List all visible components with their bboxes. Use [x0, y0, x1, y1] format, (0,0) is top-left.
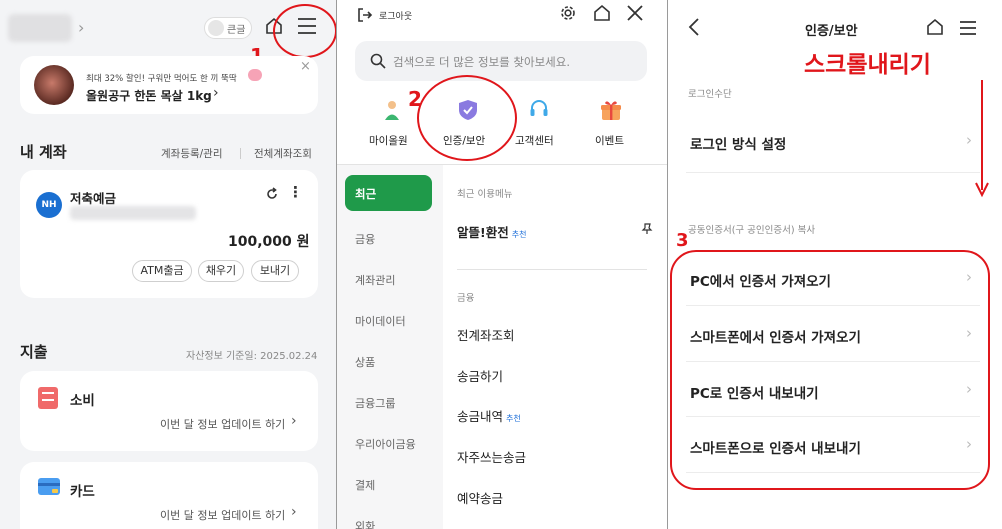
chevron-right-icon[interactable]: ›	[78, 18, 84, 37]
menu-scheduled-transfer[interactable]: 예약송금	[457, 488, 503, 507]
annotation-box-3	[670, 250, 990, 490]
promo-close-icon[interactable]: ×	[300, 59, 311, 74]
page-title: 인증/보안	[805, 24, 858, 39]
all-accounts-link[interactable]: 전체계좌조회	[254, 146, 312, 161]
side-menu: 최근 금융 계좌관리 마이데이터 상품 금융그룹 우리아이금융 결제 외화	[337, 165, 443, 529]
recommend-badge: 추천	[511, 230, 527, 239]
side-menu-kids-finance[interactable]: 우리아이금융	[355, 436, 416, 452]
menu-all-accounts[interactable]: 전계좌조회	[457, 325, 515, 344]
side-menu-mydata[interactable]: 마이데이터	[355, 313, 406, 329]
consumption-card[interactable]: 소비 이번 달 정보 업데이트 하기 ›	[20, 371, 318, 451]
login-method-row[interactable]: 로그인 방식 설정 ›	[668, 118, 980, 164]
annotation-step-3: 3	[676, 230, 689, 251]
contrast-toggle-label: 큰글	[227, 25, 246, 36]
quick-menu-customer-center[interactable]: 고객센터	[507, 99, 571, 155]
recommend-badge: 추천	[506, 414, 521, 423]
close-icon[interactable]	[627, 5, 643, 21]
section-divider	[686, 172, 980, 173]
bank-badge-text: NH	[41, 200, 57, 210]
credit-card-icon	[38, 478, 60, 495]
consumption-label: 소비	[70, 393, 95, 409]
side-menu-recent[interactable]: 최근	[345, 175, 432, 211]
recent-item-label: 알뜰!환전	[457, 225, 509, 240]
menu-transfer-history[interactable]: 송금내역 추천	[457, 406, 521, 425]
consumption-update-link[interactable]: 이번 달 정보 업데이트 하기	[160, 416, 285, 432]
logout-label[interactable]: 로그아웃	[379, 9, 412, 22]
cert-security-screen: 인증/보안 스크롤내리기 로그인수단 로그인 방식 설정 › 공동인증서(구 공…	[668, 0, 1002, 529]
chevron-right-icon: ›	[966, 131, 972, 149]
recent-item[interactable]: 알뜰!환전 추천	[457, 222, 653, 240]
side-menu-products[interactable]: 상품	[355, 354, 375, 370]
spending-title: 지출	[20, 343, 48, 361]
section-divider	[457, 269, 647, 270]
nh-bank-logo: NH	[36, 192, 62, 218]
receipt-icon	[38, 387, 58, 409]
search-placeholder: 검색으로 더 많은 정보를 찾아보세요.	[393, 55, 570, 69]
all-menu-screen: 로그아웃 검색으로 더 많은 정보를 찾아보세요. 마이올원 인증/보안 고객센…	[337, 0, 667, 529]
account-name: 저축예금	[70, 191, 117, 206]
fill-button[interactable]: 채우기	[198, 260, 244, 282]
menu-transfer-history-label: 송금내역	[457, 409, 504, 424]
chevron-right-icon: ›	[291, 413, 297, 429]
pig-icon	[248, 69, 262, 81]
side-menu-finance-group[interactable]: 금융그룹	[355, 395, 395, 411]
chevron-right-icon: ›	[213, 85, 219, 101]
quick-menu-label: 이벤트	[595, 135, 624, 147]
gift-icon	[601, 101, 621, 120]
home-icon[interactable]	[926, 18, 944, 36]
login-method-label: 로그인 방식 설정	[690, 137, 787, 153]
side-menu-payment[interactable]: 결제	[355, 477, 375, 493]
card-spending-card[interactable]: 카드 이번 달 정보 업데이트 하기 ›	[20, 462, 318, 529]
card-update-link[interactable]: 이번 달 정보 업데이트 하기	[160, 507, 285, 523]
meat-thumbnail	[34, 65, 74, 105]
search-bar[interactable]: 검색으로 더 많은 정보를 찾아보세요.	[355, 41, 647, 81]
blurred-user-name	[8, 14, 72, 42]
chevron-right-icon: ›	[291, 504, 297, 520]
link-divider	[240, 148, 241, 159]
annotation-step-2: 2	[408, 87, 422, 111]
home-icon[interactable]	[593, 4, 611, 22]
login-section-header: 로그인수단	[688, 89, 732, 100]
menu-frequent-transfer[interactable]: 자주쓰는송금	[457, 447, 526, 466]
side-menu-finance[interactable]: 금융	[355, 231, 375, 247]
side-menu-account-management[interactable]: 계좌관리	[355, 272, 395, 288]
accounts-title: 내 계좌	[20, 143, 67, 161]
toggle-knob	[208, 20, 224, 36]
blurred-account-number	[70, 206, 196, 220]
cert-section-header: 공동인증서(구 공인인증서) 복사	[688, 225, 816, 236]
search-icon	[370, 53, 386, 69]
annotation-circle-2	[417, 75, 517, 161]
asset-date: 자산정보 기준일: 2025.02.24	[186, 351, 318, 362]
quick-menu-event[interactable]: 이벤트	[579, 99, 643, 155]
quick-menu-label: 마이올원	[369, 135, 408, 147]
account-balance: 100,000 원	[228, 234, 310, 250]
account-card[interactable]: NH 저축예금 ⋮ 100,000 원 ATM출금 채우기 보내기	[20, 170, 318, 298]
hamburger-menu-icon[interactable]	[959, 20, 977, 36]
pin-icon[interactable]	[641, 223, 653, 235]
person-icon	[385, 101, 399, 120]
send-button[interactable]: 보내기	[251, 260, 299, 282]
promo-banner[interactable]: 최대 32% 할인! 구워만 먹어도 한 끼 뚝딱 올원공구 한돈 목살 1kg…	[20, 56, 318, 114]
refresh-icon[interactable]	[265, 187, 279, 201]
card-label: 카드	[70, 484, 95, 500]
logout-icon[interactable]	[357, 7, 373, 23]
home-screen: › 큰글 1 최대 32% 할인! 구워만 먹어도 한 끼 뚝딱 올원공구 한돈…	[0, 0, 336, 529]
recent-menu-header: 최근 이용메뉴	[457, 189, 513, 200]
scroll-down-note: 스크롤내리기	[804, 52, 931, 78]
promo-line2: 올원공구 한돈 목살 1kg	[86, 89, 212, 103]
promo-line1: 최대 32% 할인! 구워만 먹어도 한 끼 뚝딱	[86, 74, 237, 84]
side-menu-recent-label: 최근	[355, 187, 377, 201]
quick-menu-label: 고객센터	[515, 135, 554, 147]
settings-gear-icon[interactable]	[559, 4, 577, 22]
contrast-toggle[interactable]: 큰글	[204, 17, 252, 39]
annotation-circle-1	[273, 4, 336, 58]
account-register-link[interactable]: 계좌등록/관리	[161, 146, 223, 161]
atm-withdraw-button[interactable]: ATM출금	[132, 260, 192, 282]
side-menu-foreign-currency[interactable]: 외화	[355, 518, 375, 529]
more-options-icon[interactable]: ⋮	[288, 183, 303, 201]
back-arrow-icon[interactable]	[688, 18, 700, 36]
menu-transfer[interactable]: 송금하기	[457, 366, 503, 385]
finance-section-header: 금융	[457, 293, 475, 304]
headset-icon	[530, 100, 548, 116]
